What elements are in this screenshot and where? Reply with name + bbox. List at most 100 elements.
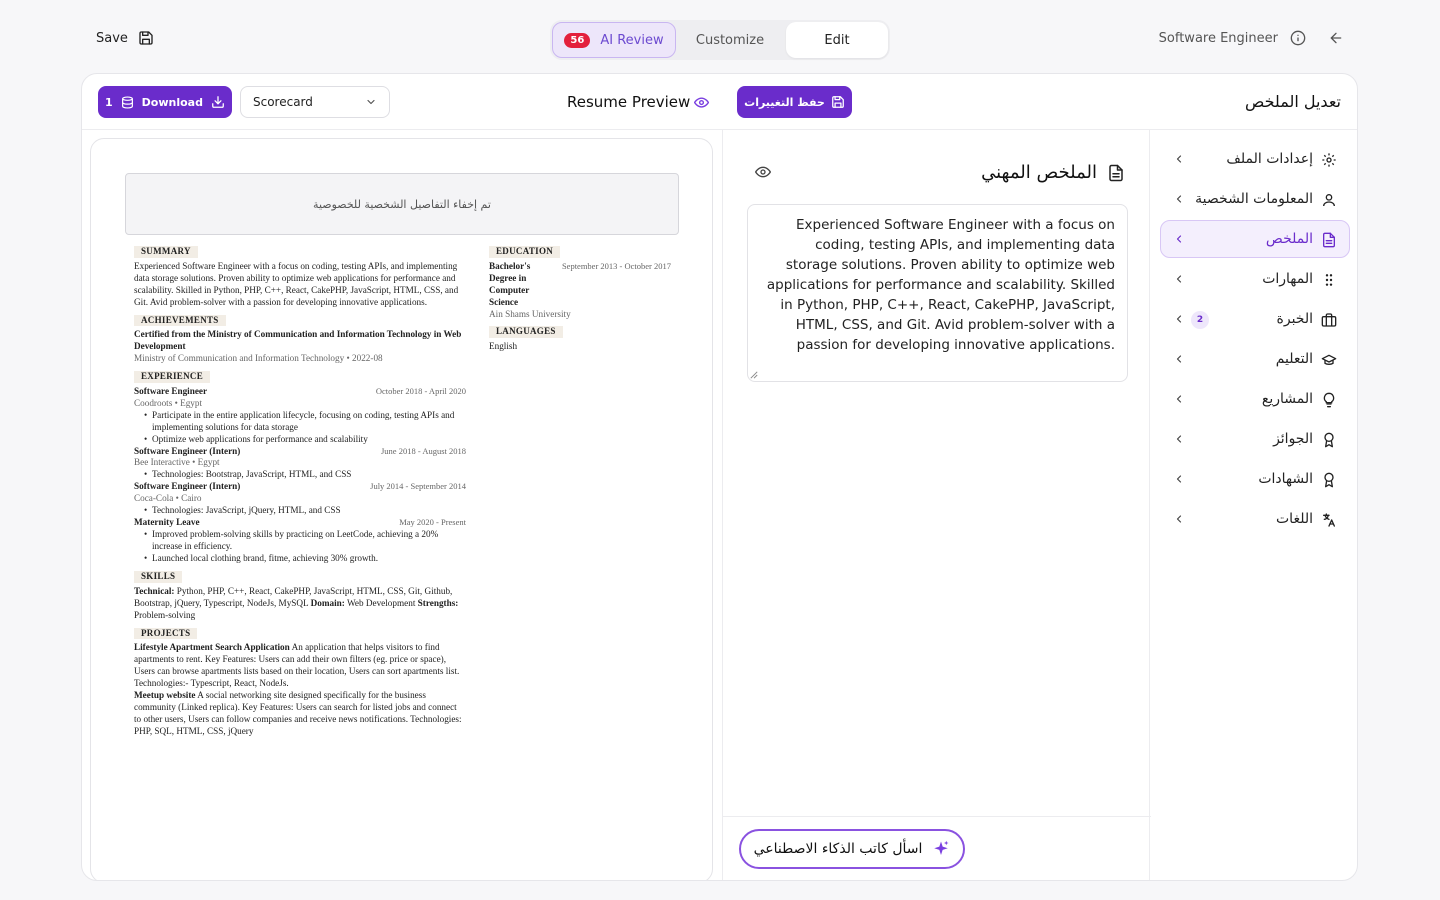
sidebar-item-label: الجوائز	[1273, 431, 1313, 447]
sidebar-item-label: المشاريع	[1261, 391, 1313, 407]
tab-customize[interactable]: Customize	[676, 22, 784, 58]
projects-heading: PROJECTS	[134, 627, 198, 640]
document-icon	[1321, 232, 1337, 248]
card-header: 1 Download Scorecard Resume Preview حفظ …	[82, 74, 1357, 130]
languages-heading: LANGUAGES	[489, 326, 563, 339]
job-title: Software Engineer	[134, 385, 208, 396]
resume-preview-panel: تم إخفاء التفاصيل الشخصية للخصوصية SUMMA…	[90, 138, 713, 880]
mode-tabs: 56 AI Review Customize Edit	[550, 20, 890, 60]
education-entry: Bachelor's Degree in Computer Science Se…	[489, 261, 671, 309]
edit-section-title: تعديل الملخص	[1244, 92, 1341, 111]
sidebar-item-skills[interactable]: المهارات	[1160, 260, 1350, 298]
skills-text: Technical: Python, PHP, C++, React, Cake…	[134, 586, 466, 622]
chevron-left-icon	[1173, 153, 1185, 165]
sidebar-item-label: الملخص	[1265, 231, 1313, 247]
arrow-left-icon[interactable]	[1328, 30, 1344, 46]
scorecard-select[interactable]: Scorecard	[240, 86, 390, 118]
job-date: June 2018 - August 2018	[381, 445, 466, 456]
sparkle-icon	[932, 840, 950, 858]
job-title: Software Engineer (Intern)	[134, 481, 241, 492]
education-school: Ain Shams University	[489, 308, 571, 319]
job-title: Maternity Leave	[134, 517, 200, 528]
skills-domain-label: Domain:	[310, 597, 345, 608]
main-card: 1 Download Scorecard Resume Preview حفظ …	[81, 73, 1358, 881]
tab-edit-label: Edit	[824, 32, 850, 48]
education-heading: EDUCATION	[489, 246, 561, 258]
achievements-heading: ACHIEVEMENTS	[134, 314, 226, 327]
eye-icon[interactable]	[755, 164, 771, 180]
save-label: Save	[96, 30, 128, 46]
sidebar-item-projects[interactable]: المشاريع	[1160, 380, 1350, 418]
job-title-area: Software Engineer	[1159, 30, 1344, 46]
chevron-left-icon	[1173, 233, 1185, 245]
sidebar-item-awards[interactable]: الجوائز	[1160, 420, 1350, 458]
sidebar-item-certificates[interactable]: الشهادات	[1160, 460, 1350, 498]
top-bar: Save 56 AI Review Customize Edit Softwar…	[0, 0, 1440, 72]
chevron-left-icon	[1173, 273, 1185, 285]
sidebar-item-label: الخبرة	[1276, 311, 1313, 327]
scorecard-value: Scorecard	[253, 95, 313, 109]
chevron-left-icon	[1173, 193, 1185, 205]
tab-edit[interactable]: Edit	[786, 22, 888, 58]
job-company: Coca-Cola • Cairo	[134, 493, 202, 504]
ask-ai-writer-button[interactable]: اسأل كاتب الذكاء الاصطناعي	[739, 829, 965, 869]
save-button[interactable]: Save	[96, 30, 154, 46]
project-entry: Lifestyle Apartment Search Application A…	[134, 642, 466, 690]
eye-icon[interactable]	[694, 95, 710, 110]
job-company: Bee Interactive • Egypt	[134, 457, 220, 468]
preview-title-text: Resume Preview	[567, 93, 691, 111]
job-bullet: Optimize web applications for performanc…	[134, 434, 466, 446]
gear-icon	[1321, 152, 1337, 168]
summary-heading: SUMMARY	[134, 246, 198, 258]
floppy-disk-icon	[138, 30, 154, 46]
job-title: Software Engineer (Intern)	[134, 445, 241, 456]
achievement-sub: Ministry of Communication and Informatio…	[134, 353, 383, 364]
chevron-left-icon	[1173, 393, 1185, 405]
download-count: 1	[105, 95, 113, 109]
save-changes-button[interactable]: حفظ التغييرات	[737, 86, 852, 118]
education-degree: Bachelor's Degree in Computer Science	[489, 260, 531, 307]
project-entry: Meetup website A social networking site …	[134, 690, 466, 738]
experience-heading: EXPERIENCE	[134, 371, 211, 383]
resize-handle-icon[interactable]	[750, 371, 758, 379]
briefcase-icon	[1321, 312, 1337, 328]
summary-textarea[interactable]: Experienced Software Engineer with a foc…	[747, 204, 1128, 382]
sidebar-item-label: المعلومات الشخصية	[1195, 191, 1313, 207]
skills-strengths-label: Strengths:	[417, 597, 459, 608]
database-icon	[121, 95, 134, 109]
sidebar-item-languages[interactable]: اللغات	[1160, 500, 1350, 538]
section-heading-text: الملخص المهني	[981, 162, 1097, 183]
sidebar-item-label: اللغات	[1276, 511, 1313, 527]
tab-ai-review-label: AI Review	[600, 32, 664, 48]
tab-ai-review[interactable]: 56 AI Review	[552, 22, 676, 58]
sidebar-item-label: الشهادات	[1258, 471, 1313, 487]
ask-ai-writer-label: اسأل كاتب الذكاء الاصطناعي	[753, 841, 923, 857]
ai-footer: اسأل كاتب الذكاء الاصطناعي	[723, 816, 1151, 880]
sidebar-item-personal-info[interactable]: المعلومات الشخصية	[1160, 180, 1350, 218]
job-entry: Software Engineer October 2018 - April 20…	[134, 386, 466, 446]
job-bullet: Improved problem-solving skills by pract…	[134, 529, 466, 553]
skills-technical-label: Technical:	[134, 585, 175, 596]
award-icon	[1321, 432, 1337, 448]
info-icon[interactable]	[1290, 30, 1306, 46]
sidebar-item-summary[interactable]: الملخص	[1160, 220, 1350, 258]
sidebar-item-education[interactable]: التعليم	[1160, 340, 1350, 378]
job-entry: Software Engineer (Intern) June 2018 - Au…	[134, 446, 466, 482]
job-bullet: Participate in the entire application li…	[134, 410, 466, 434]
achievement-title: Certified from the Ministry of Communica…	[134, 329, 462, 352]
summary-textarea-value: Experienced Software Engineer with a foc…	[766, 217, 1115, 353]
download-label: Download	[141, 95, 203, 109]
job-entry: Maternity Leave May 2020 - Present Improv…	[134, 517, 466, 565]
project-title: Meetup website	[134, 690, 196, 701]
sidebar-item-label: المهارات	[1262, 271, 1313, 287]
job-title: Software Engineer	[1158, 30, 1278, 46]
job-entry: Software Engineer (Intern) July 2014 - Se…	[134, 481, 466, 517]
section-heading: الملخص المهني	[981, 162, 1125, 183]
languages-value: English	[489, 341, 518, 352]
resume-left-column: SUMMARY Experienced Software Engineer wi…	[134, 246, 466, 738]
sidebar-item-file-settings[interactable]: إعدادات الملف	[1160, 140, 1350, 178]
job-bullet: Launched local clothing brand, fitme, ac…	[134, 553, 466, 565]
sidebar-item-experience[interactable]: 2 الخبرة	[1160, 300, 1350, 338]
job-date: May 2020 - Present	[399, 517, 466, 528]
download-button[interactable]: 1 Download	[98, 86, 232, 118]
